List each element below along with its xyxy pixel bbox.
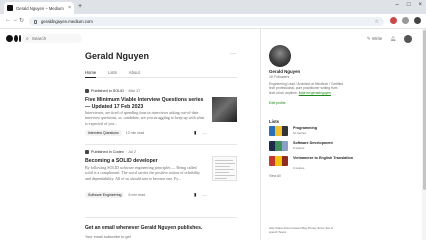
post-divider <box>85 217 237 218</box>
post-tag[interactable]: Software Engineering <box>85 192 125 198</box>
search-placeholder: Search <box>31 36 47 41</box>
post-thumbnail[interactable] <box>212 97 237 122</box>
sidebar-footer[interactable]: Help Status About Careers Blog Privacy T… <box>269 227 339 235</box>
profile-tabs: Home Lists About <box>85 70 140 75</box>
profile-avatar[interactable] <box>269 45 291 67</box>
medium-logo-icon[interactable] <box>6 35 21 42</box>
tab-title: Gerald Nguyen – Medium <box>16 5 64 11</box>
scrollbar-thumb[interactable] <box>422 30 426 190</box>
post-excerpt[interactable]: Interviewer, are tired of spending time … <box>85 110 205 126</box>
medium-favicon-icon <box>7 5 13 11</box>
extension-icon[interactable] <box>390 17 397 24</box>
post-publication: Published in SOLID · Mar 17 <box>85 89 237 93</box>
list-title[interactable]: Programming <box>293 126 363 131</box>
post-date: · Jul 2 <box>125 150 137 154</box>
list-count: 10 stories <box>293 131 307 135</box>
list-thumbnail <box>269 126 288 136</box>
post-thumbnail[interactable] <box>212 156 237 181</box>
tab-lists[interactable]: Lists <box>108 70 117 75</box>
tab-about[interactable]: About <box>129 70 140 75</box>
window-controls: – □ × <box>396 2 422 8</box>
tabs-divider <box>85 77 237 78</box>
post-publication: Published in Codex · Jul 2 <box>85 150 237 154</box>
reload-button[interactable]: ↻ <box>19 17 24 24</box>
minimize-button[interactable]: – <box>396 2 399 8</box>
post-footer: Software Engineering 6 min read ▮ ··· <box>85 192 237 198</box>
address-bar[interactable]: geraldnguyen.medium.com ☆ <box>29 17 384 26</box>
profile-icon[interactable] <box>402 17 409 24</box>
maximize-button[interactable]: □ <box>407 2 411 8</box>
post-tag[interactable]: Interview Questions <box>85 130 122 136</box>
url-text[interactable]: geraldnguyen.medium.com <box>41 19 375 24</box>
publication-icon <box>85 89 89 93</box>
bio-link[interactable]: linktr.ee/geraldnguyen <box>299 91 331 95</box>
browser-tab[interactable]: Gerald Nguyen – Medium × <box>4 2 74 14</box>
post-title[interactable]: Becoming a SOLID developer <box>85 158 205 165</box>
publication-name[interactable]: Published in Codex <box>91 150 124 154</box>
browser-toolbar: ← → ↻ geraldnguyen.medium.com ☆ <box>0 14 426 29</box>
search-icon: ⌕ <box>26 35 29 42</box>
post-more-icon[interactable]: ··· <box>203 193 208 198</box>
edit-profile-link[interactable]: Edit profile <box>269 101 286 105</box>
list-thumbnail <box>269 141 288 151</box>
active-tab-underline <box>85 76 96 78</box>
bookmark-icon[interactable]: ▮ <box>194 192 196 198</box>
forward-button[interactable]: → <box>12 17 18 23</box>
post-card[interactable]: Published in Codex · Jul 2 Becoming a SO… <box>85 150 237 198</box>
publication-name[interactable]: Published in SOLID <box>91 89 124 93</box>
profile-name: Gerald Nguyen <box>85 51 150 61</box>
read-time: 6 min read <box>128 193 146 197</box>
list-item[interactable]: Vietnamese to English Translation 3 stor… <box>269 156 389 170</box>
list-count: 6 stories <box>293 146 305 150</box>
list-title[interactable]: Vietnamese to English Translation <box>293 156 363 161</box>
view-all-lists-link[interactable]: View All <box>269 174 280 178</box>
list-thumbnail <box>269 156 288 166</box>
search-input[interactable]: ⌕ Search <box>22 34 82 43</box>
bookmark-icon[interactable]: ▮ <box>194 130 196 136</box>
post-card[interactable]: Published in SOLID · Mar 17 Five Minimum… <box>85 89 237 136</box>
tab-close-icon[interactable]: × <box>68 5 71 11</box>
close-window-button[interactable]: × <box>418 2 422 8</box>
back-button[interactable]: ← <box>5 17 11 23</box>
bookmark-star-icon[interactable]: ☆ <box>375 19 379 25</box>
tab-home[interactable]: Home <box>85 70 96 75</box>
menu-icon[interactable] <box>414 17 421 24</box>
list-title[interactable]: Software Development <box>293 141 363 146</box>
subscribe-subtitle: Your email subscribe to get <box>85 235 131 239</box>
list-count: 3 stories <box>293 166 305 170</box>
new-tab-button[interactable]: + <box>78 3 82 10</box>
lists-heading: Lists <box>269 119 280 124</box>
profile-bio: Engineering Lead / Architect at Mindtech… <box>269 82 344 95</box>
profile-sidebar: Gerald Nguyen 1K Followers Engineering L… <box>260 29 414 240</box>
more-options-icon[interactable]: ··· <box>230 51 236 57</box>
sidebar-name[interactable]: Gerald Nguyen <box>269 69 300 74</box>
post-footer: Interview Questions 12 min read ▮ ··· <box>85 130 237 136</box>
subscribe-title: Get an email whenever Gerald Nguyen publ… <box>85 225 203 231</box>
read-time: 12 min read <box>125 131 145 135</box>
browser-tab-bar: Gerald Nguyen – Medium × + – □ × <box>0 0 426 14</box>
lock-icon <box>34 19 37 24</box>
followers-count[interactable]: 1K Followers <box>269 75 289 79</box>
publication-icon <box>85 150 89 154</box>
post-more-icon[interactable]: ··· <box>203 131 208 136</box>
list-item[interactable]: Software Development 6 stories <box>269 141 389 153</box>
post-divider <box>85 144 237 145</box>
extensions-area <box>390 17 421 24</box>
post-title[interactable]: Five Minimum Viable Interview Questions … <box>85 97 205 111</box>
post-date: · Mar 17 <box>126 89 141 93</box>
list-item[interactable]: Programming 10 stories <box>269 126 389 138</box>
post-excerpt[interactable]: By following SOLID software engineering … <box>85 165 205 181</box>
